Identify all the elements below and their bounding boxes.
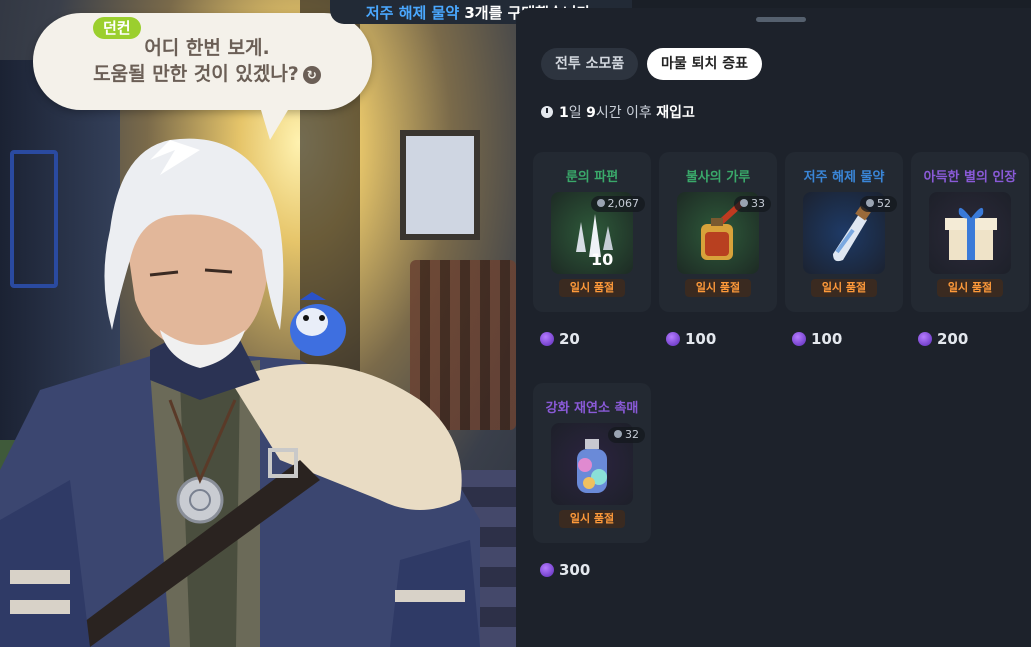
gift-box-icon <box>929 192 1011 274</box>
quantity-badge: 10 <box>591 250 614 269</box>
tab-monster-hunt-token[interactable]: 마물 퇴치 증표 <box>647 48 763 80</box>
soldout-badge: 일시 품절 <box>811 279 877 297</box>
item-name: 아득한 별의 인장 <box>923 170 1017 185</box>
soldout-badge: 일시 품절 <box>937 279 1003 297</box>
tab-combat-consumables[interactable]: 전투 소모품 <box>541 48 639 80</box>
shop-panel: 전투 소모품 마물 퇴치 증표 1일 9시간 이후 재입고 룬의 파편 2,06… <box>516 8 1031 647</box>
speech-bubble[interactable]: 던컨 어디 한번 보게. 도움될 만한 것이 있겠나? ↻ <box>33 13 372 110</box>
shop-item-enhancement-catalyst[interactable]: 강화 재연소 촉매 32 일시 품절 <box>533 383 651 543</box>
clock-icon <box>541 106 553 118</box>
item-price: 100 <box>666 331 716 347</box>
currency-gem-icon <box>540 563 554 577</box>
currency-gem-icon <box>666 332 680 346</box>
item-price: 100 <box>792 331 842 347</box>
currency-gem-icon <box>918 332 932 346</box>
dialog-line-2: 도움될 만한 것이 있겠나? ↻ <box>77 61 337 87</box>
item-name: 저주 해제 물약 <box>803 170 885 185</box>
stock-count: 33 <box>734 196 771 212</box>
currency-gem-icon <box>540 332 554 346</box>
item-price: 300 <box>540 562 590 578</box>
shop-item-rune-fragment[interactable]: 룬의 파편 2,067 10 일시 품절 <box>533 152 651 312</box>
restock-timer: 1일 9시간 이후 재입고 <box>541 104 695 122</box>
item-name: 강화 재연소 촉매 <box>545 401 639 416</box>
shop-item-curse-removal-potion[interactable]: 저주 해제 물약 52 일시 품절 <box>785 152 903 312</box>
currency-gem-icon <box>792 332 806 346</box>
item-price: 200 <box>918 331 968 347</box>
item-price: 20 <box>540 331 580 347</box>
stock-count: 52 <box>860 196 897 212</box>
item-name: 불사의 가루 <box>685 170 751 185</box>
npc-scene: 던컨 어디 한번 보게. 도움될 만한 것이 있겠나? ↻ <box>0 0 516 647</box>
soldout-badge: 일시 품절 <box>559 510 625 528</box>
drag-handle[interactable] <box>756 17 806 22</box>
stock-count: 2,067 <box>590 196 645 212</box>
next-dialog-icon[interactable]: ↻ <box>302 65 321 84</box>
stock-count: 32 <box>608 427 645 443</box>
dialog-line-1: 어디 한번 보게. <box>144 37 270 59</box>
dialog-text: 어디 한번 보게. 도움될 만한 것이 있겠나? ↻ <box>77 35 337 87</box>
soldout-badge: 일시 품절 <box>685 279 751 297</box>
shop-item-undying-powder[interactable]: 불사의 가루 33 일시 품절 <box>659 152 777 312</box>
soldout-badge: 일시 품절 <box>559 279 625 297</box>
item-name: 룬의 파편 <box>565 170 619 185</box>
shop-item-distant-star-seal[interactable]: 아득한 별의 인장 일시 품절 <box>911 152 1029 312</box>
speech-bubble-tail <box>258 100 294 140</box>
